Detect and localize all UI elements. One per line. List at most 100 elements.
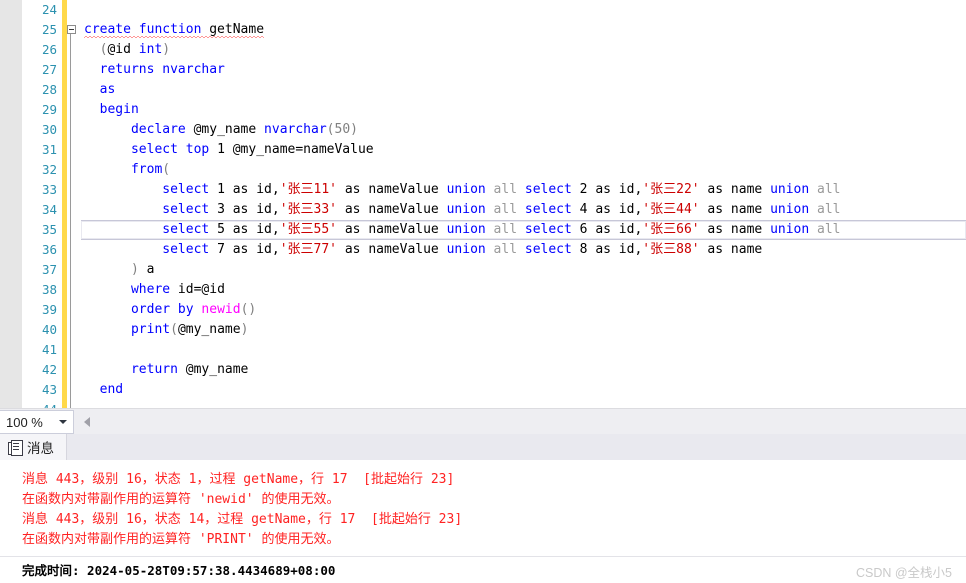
code-text-area[interactable]: create function getName (@id int) return… bbox=[81, 0, 966, 408]
code-line-text: order by newid() bbox=[84, 302, 256, 317]
code-token: a bbox=[138, 262, 155, 277]
code-token: 8 as id, bbox=[571, 242, 643, 257]
code-token: '张三55' bbox=[279, 222, 338, 237]
code-token: getName bbox=[209, 22, 265, 37]
code-line-text: select 3 as id,'张三33' as nameValue union… bbox=[84, 202, 841, 217]
code-token: all bbox=[485, 202, 525, 217]
code-token: all bbox=[485, 182, 525, 197]
code-line-text: where id=@id bbox=[84, 282, 225, 297]
code-token: '张三66' bbox=[642, 222, 700, 237]
code-token: @my_name bbox=[177, 362, 249, 377]
message-line: 在函数内对带副作用的运算符 'newid' 的使用无效。 bbox=[22, 492, 340, 507]
zoom-level-value: 100 % bbox=[6, 414, 43, 430]
code-token: ( bbox=[170, 322, 178, 337]
message-line: 在函数内对带副作用的运算符 'PRINT' 的使用无效。 bbox=[22, 532, 340, 547]
code-token: 2 as id, bbox=[571, 182, 643, 197]
collapse-outline-icon[interactable] bbox=[67, 25, 76, 34]
code-line[interactable]: select 1 as id,'张三11' as nameValue union… bbox=[81, 180, 966, 200]
code-token: select bbox=[524, 202, 572, 217]
code-token: as nameValue bbox=[337, 182, 447, 197]
code-line-text: declare @my_name nvarchar(50) bbox=[84, 122, 358, 137]
code-line[interactable]: print(@my_name) bbox=[81, 320, 966, 340]
code-line[interactable] bbox=[81, 340, 966, 360]
line-number: 24 bbox=[41, 2, 57, 17]
line-number: 25 bbox=[41, 22, 57, 37]
code-token: as name bbox=[699, 222, 771, 237]
code-line[interactable]: returns nvarchar bbox=[81, 60, 966, 80]
code-line[interactable]: begin bbox=[81, 100, 966, 120]
code-line-text: (@id int) bbox=[84, 42, 170, 57]
block-structure-guideline bbox=[70, 26, 71, 414]
code-token: returns nvarchar bbox=[99, 62, 225, 77]
code-token: ) bbox=[130, 262, 139, 277]
code-token: union bbox=[446, 222, 486, 237]
line-number: 31 bbox=[41, 142, 57, 157]
code-line-text: as bbox=[84, 82, 116, 97]
code-line-text: end bbox=[84, 382, 123, 397]
code-token: as bbox=[99, 82, 116, 97]
code-token: (50) bbox=[326, 122, 358, 137]
code-token: int bbox=[138, 42, 163, 57]
chevron-down-icon[interactable] bbox=[59, 420, 67, 424]
code-line[interactable]: select top 1 @my_name=nameValue bbox=[81, 140, 966, 160]
code-line[interactable]: select 3 as id,'张三33' as nameValue union… bbox=[81, 200, 966, 220]
code-token: @id bbox=[107, 42, 139, 57]
code-token: all bbox=[809, 222, 841, 237]
code-token: union bbox=[770, 182, 810, 197]
code-line[interactable]: select 7 as id,'张三77' as nameValue union… bbox=[81, 240, 966, 260]
messages-output[interactable]: 消息 443，级别 16，状态 1，过程 getName，行 17 [批起始行 … bbox=[0, 460, 966, 556]
line-number: 27 bbox=[41, 62, 57, 77]
code-line-text: ) a bbox=[84, 262, 154, 277]
code-token: from bbox=[130, 162, 163, 177]
code-token: select bbox=[524, 182, 572, 197]
code-token: '张三44' bbox=[642, 202, 700, 217]
code-line[interactable]: end bbox=[81, 380, 966, 400]
code-line[interactable] bbox=[81, 400, 966, 408]
code-line[interactable]: from( bbox=[81, 160, 966, 180]
outlining-column[interactable] bbox=[67, 0, 81, 414]
code-token: union bbox=[770, 202, 810, 217]
code-token: as name bbox=[699, 182, 771, 197]
code-token: print bbox=[130, 322, 171, 337]
code-line[interactable]: ) a bbox=[81, 260, 966, 280]
code-line[interactable]: create function getName bbox=[81, 20, 966, 40]
horizontal-scrollbar[interactable] bbox=[90, 409, 966, 435]
code-line[interactable]: where id=@id bbox=[81, 280, 966, 300]
line-number: 33 bbox=[41, 182, 57, 197]
code-token: @my_name bbox=[177, 322, 241, 337]
code-token: as nameValue bbox=[337, 202, 447, 217]
code-token: all bbox=[485, 242, 525, 257]
code-token: select bbox=[162, 202, 210, 217]
code-token: () bbox=[240, 302, 257, 317]
code-line[interactable]: declare @my_name nvarchar(50) bbox=[81, 120, 966, 140]
code-editor[interactable]: 24 25 26 27 28 29 30 31 32 33 34 35 36 37 38 39 40 41 42 43… bbox=[0, 0, 966, 417]
code-line-text: return @my_name bbox=[84, 362, 248, 377]
code-token: nvarchar bbox=[264, 122, 327, 137]
zoom-level-dropdown[interactable]: 100 % bbox=[0, 410, 74, 434]
line-number: 37 bbox=[41, 262, 57, 277]
csdn-watermark: CSDN @全栈小5 bbox=[855, 566, 952, 580]
code-line[interactable]: order by newid() bbox=[81, 300, 966, 320]
code-line[interactable] bbox=[81, 0, 966, 20]
code-line-text: from( bbox=[84, 162, 170, 177]
code-token: select bbox=[162, 242, 210, 257]
code-line[interactable]: (@id int) bbox=[81, 40, 966, 60]
tab-messages[interactable]: 消息 bbox=[0, 434, 67, 460]
code-line[interactable]: select 5 as id,'张三55' as nameValue union… bbox=[81, 220, 966, 240]
code-line[interactable]: return @my_name bbox=[81, 360, 966, 380]
line-number: 34 bbox=[41, 202, 57, 217]
results-panel: 消息 消息 443，级别 16，状态 1，过程 getName，行 17 [批起… bbox=[0, 434, 966, 583]
line-number-gutter: 24 25 26 27 28 29 30 31 32 33 34 35 36 37 38 39 40 41 42 43… bbox=[22, 0, 62, 417]
code-token: as name bbox=[699, 202, 771, 217]
code-token: all bbox=[809, 202, 841, 217]
code-line[interactable]: as bbox=[81, 80, 966, 100]
